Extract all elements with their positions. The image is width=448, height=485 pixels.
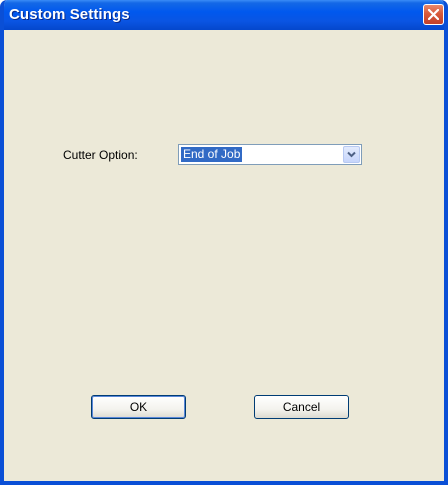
cutter-option-label: Cutter Option: [63,148,138,162]
ok-button[interactable]: OK [91,395,186,419]
cancel-button[interactable]: Cancel [254,395,349,419]
cutter-option-dropdown[interactable]: End of Job [178,144,362,165]
close-button[interactable] [423,4,444,25]
cutter-option-selected-value: End of Job [181,147,243,162]
custom-settings-dialog: Custom Settings Cutter Option: End of Jo… [0,0,448,485]
window-title: Custom Settings [9,6,130,23]
title-bar[interactable]: Custom Settings [4,0,444,30]
dropdown-arrow-button[interactable] [343,146,360,163]
chevron-down-icon [347,151,356,158]
close-icon [428,9,439,20]
